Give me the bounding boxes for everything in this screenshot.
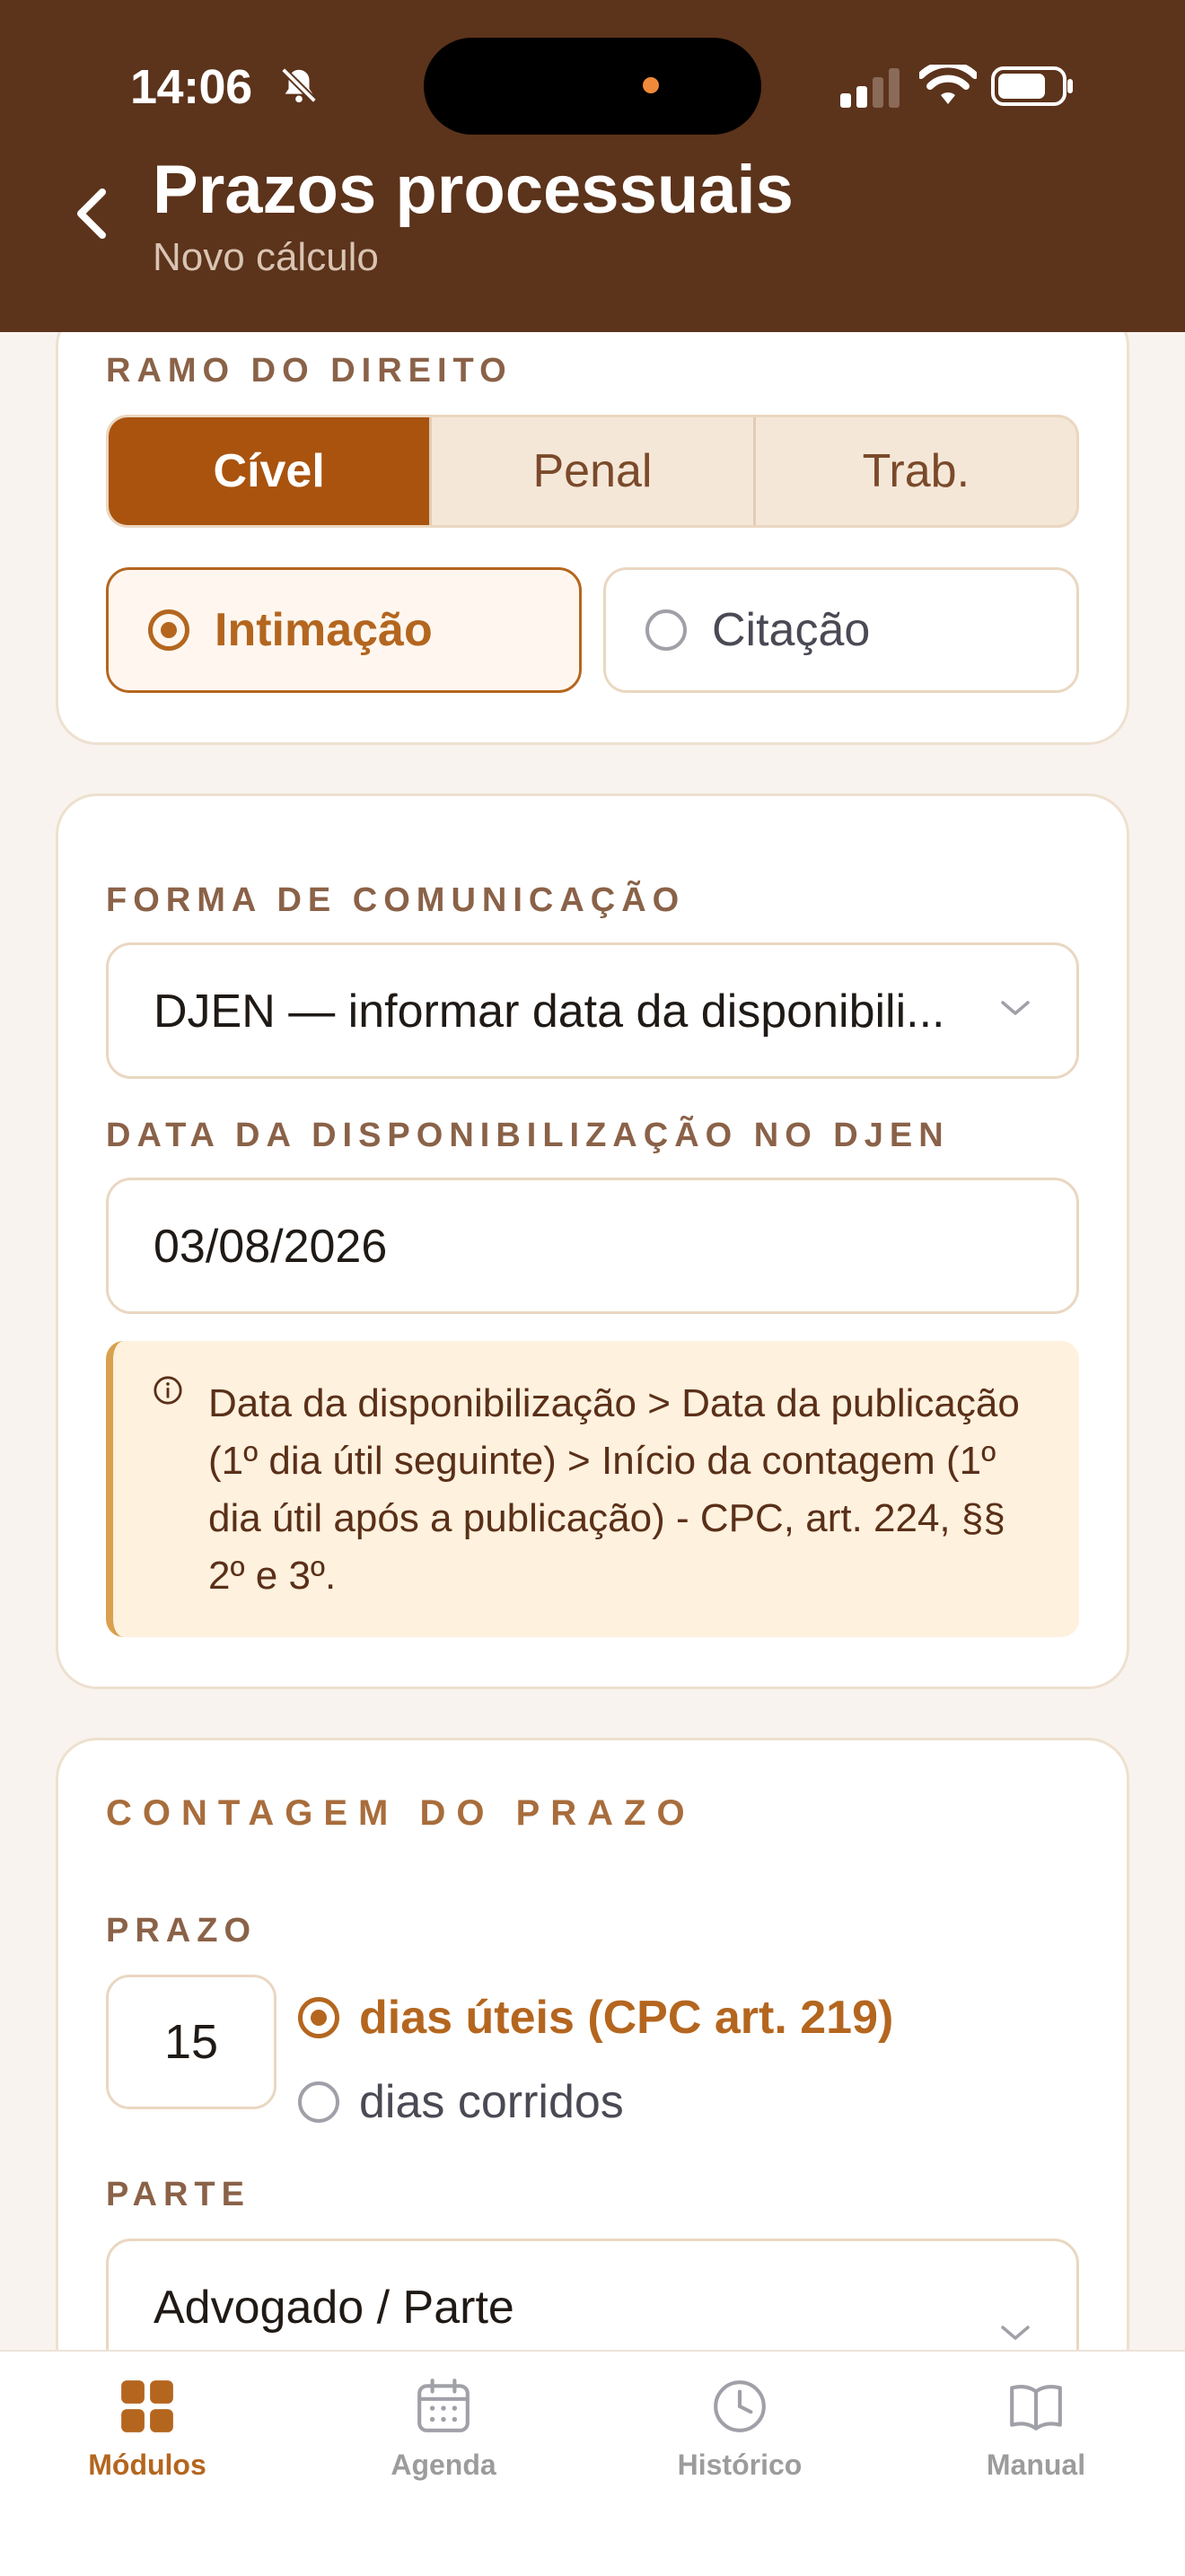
tab-label: Manual [986,2449,1086,2481]
option-citacao[interactable]: Citação [603,567,1079,693]
option-dias-corridos[interactable]: dias corridos [298,2075,624,2129]
dynamic-island [424,38,761,135]
prazo-input[interactable]: 15 [106,1975,276,2109]
app-header: 14:06 Prazos processuais Novo cálculo [0,0,1185,332]
page-title: Prazos processuais [153,152,794,228]
forma-select[interactable]: DJEN — informar data da disponibili... [106,942,1079,1079]
segment-trab[interactable]: Trab. [752,417,1076,525]
tab-modulos[interactable]: Módulos [57,2377,237,2482]
ramo-segmented-control: Cível Penal Trab. [106,415,1079,528]
tab-label: Agenda [391,2449,496,2481]
bell-muted-icon [281,67,317,103]
data-label: DATA DA DISPONIBILIZAÇÃO NO DJEN [106,1117,950,1154]
chevron-down-icon [1001,1001,1030,1015]
tab-label: Módulos [88,2449,206,2481]
data-value: 03/08/2026 [154,1221,388,1273]
tab-label: Histórico [677,2449,803,2481]
battery-icon [991,66,1073,106]
status-time: 14:06 [130,60,252,114]
info-callout: Data da disponibilização > Data da publi… [106,1341,1079,1637]
radio-unselected-icon [645,609,687,651]
radio-selected-icon [298,1997,339,2038]
chevron-down-icon [1001,2326,1030,2340]
tab-manual[interactable]: Manual [946,2377,1126,2482]
page-subtitle: Novo cálculo [153,235,379,279]
signal-icon [840,68,900,108]
tab-agenda[interactable]: Agenda [354,2377,533,2482]
option-citacao-label: Citação [712,604,871,656]
calendar-icon [417,2379,470,2432]
option-intimacao-label: Intimação [215,604,433,656]
prazo-label: PRAZO [106,1912,257,1950]
book-icon [1010,2385,1062,2431]
tab-historico[interactable]: Histórico [650,2377,830,2482]
forma-value: DJEN — informar data da disponibili... [154,986,945,1038]
info-icon [154,1376,182,1405]
option-dias-uteis[interactable]: dias úteis (CPC art. 219) [298,1991,893,2045]
data-input[interactable]: 03/08/2026 [106,1178,1079,1314]
radio-unselected-icon [298,2081,339,2123]
option-intimacao[interactable]: Intimação [106,567,582,693]
info-text: Data da disponibilização > Data da publi… [208,1381,1020,1598]
ramo-label: RAMO DO DIREITO [106,352,513,390]
segment-penal[interactable]: Penal [429,417,752,525]
contagem-title: CONTAGEM DO PRAZO [106,1793,696,1833]
camera-indicator-icon [643,77,659,93]
grid-icon [121,2380,173,2432]
tab-bar: Módulos Agenda Histórico Manual [0,2350,1185,2576]
parte-label: PARTE [106,2176,250,2213]
option-dias-corridos-label: dias corridos [359,2076,624,2128]
wifi-icon [919,65,977,104]
forma-label: FORMA DE COMUNICAÇÃO [106,881,686,919]
option-dias-uteis-label: dias úteis (CPC art. 219) [359,1992,894,2044]
radio-selected-icon [148,609,189,651]
parte-value: Advogado / Parte [154,2282,514,2334]
segment-civel[interactable]: Cível [109,417,430,525]
clock-icon [714,2380,766,2432]
back-chevron-icon[interactable] [72,187,111,241]
